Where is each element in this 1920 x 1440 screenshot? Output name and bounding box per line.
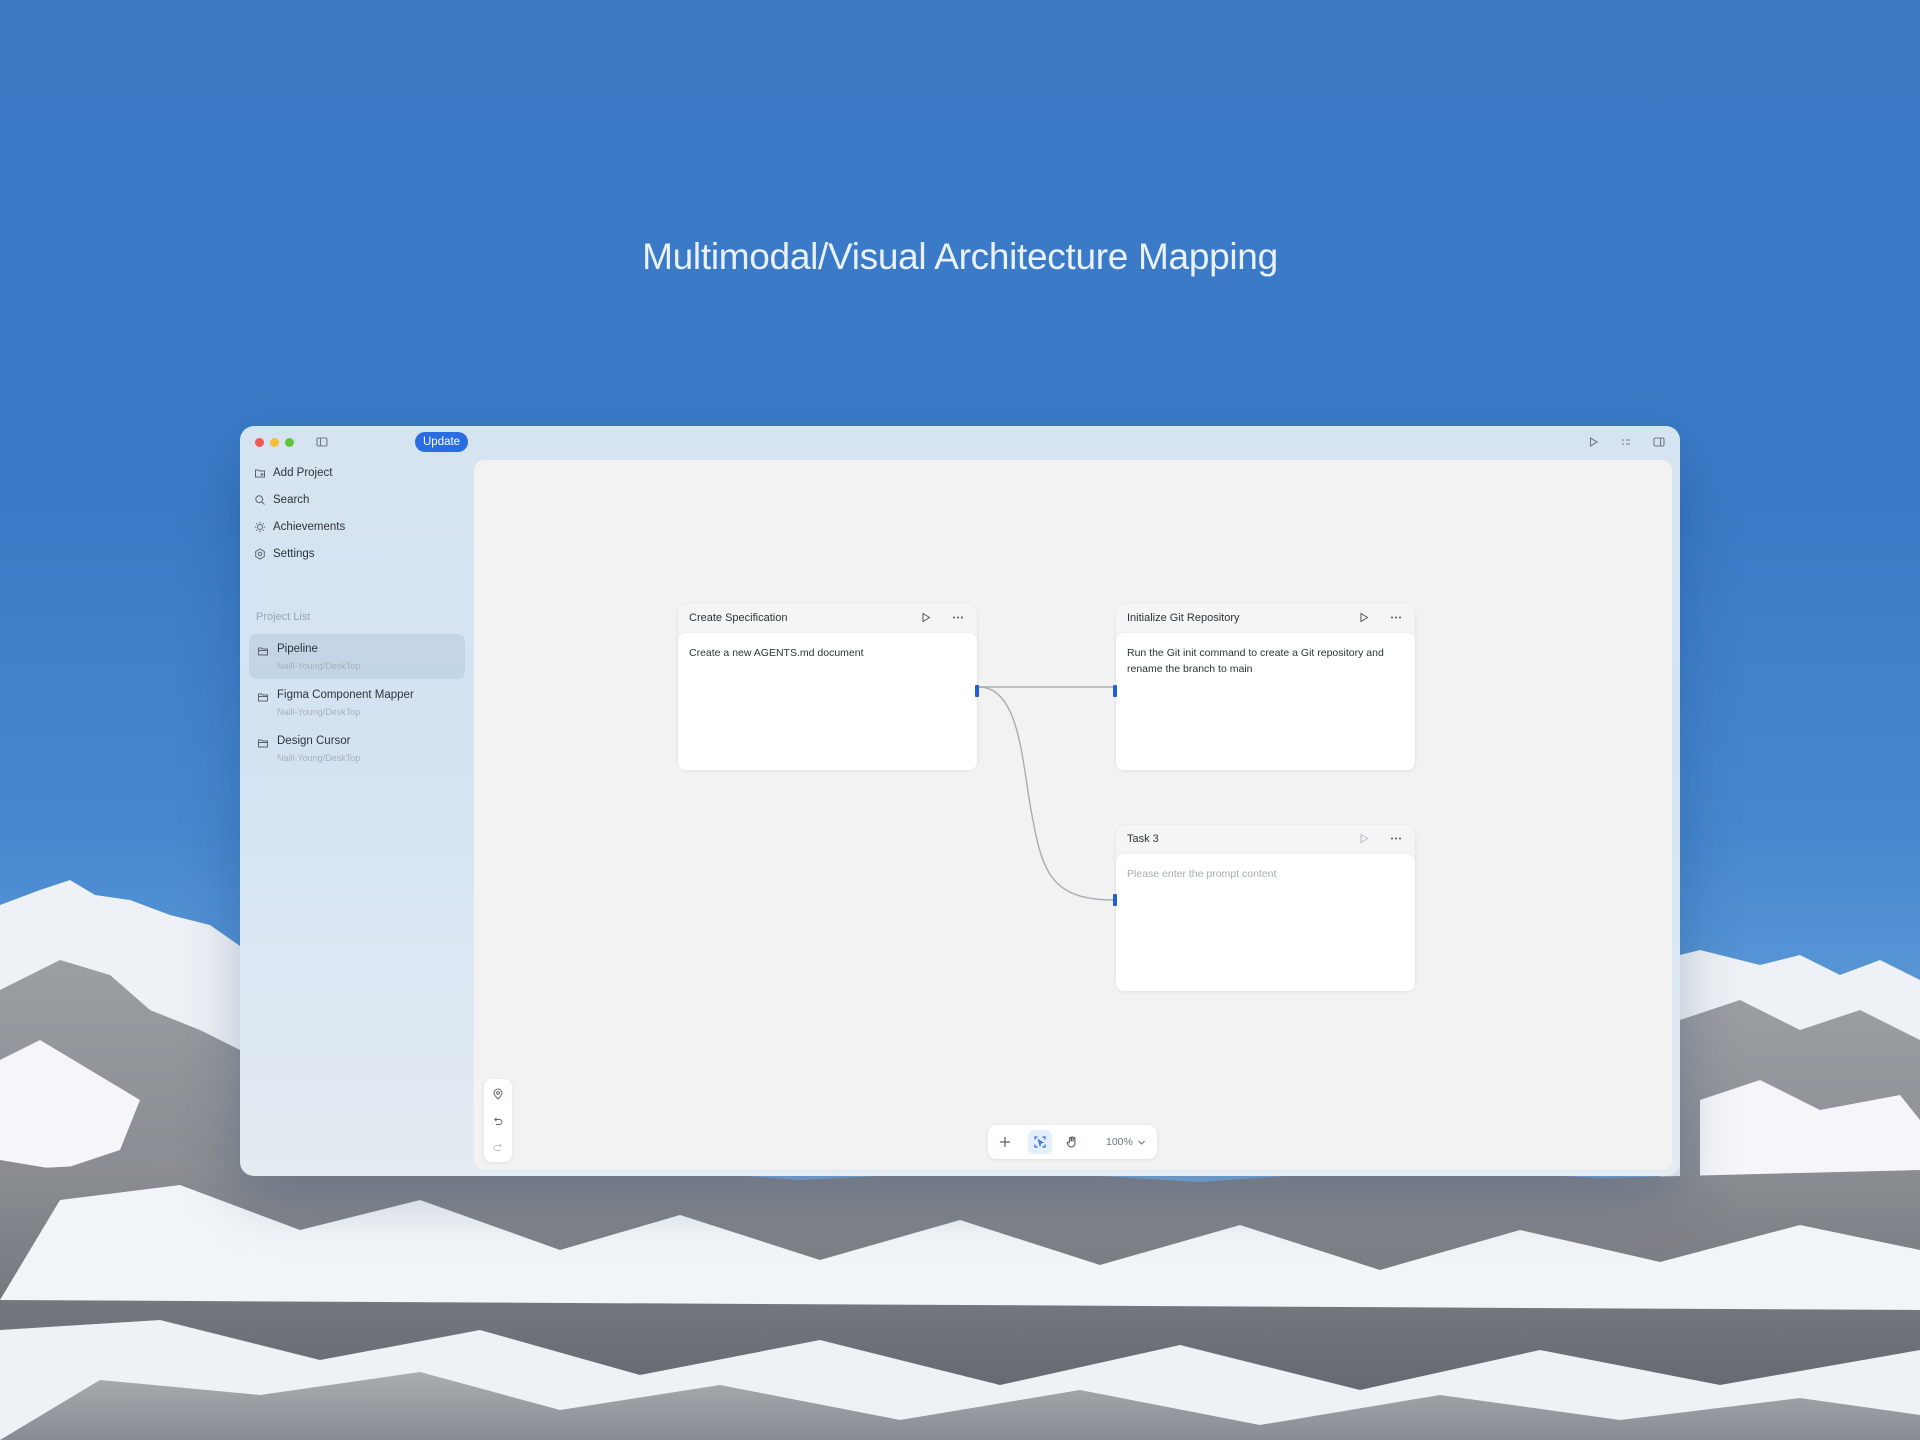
task-node-initialize-git-repository[interactable]: Initialize Git Repository Run the Git in…	[1113, 604, 1415, 770]
sidebar-item-add-project[interactable]: Add Project	[254, 461, 332, 485]
titlebar: Update	[240, 426, 1680, 458]
run-icon[interactable]	[1586, 435, 1600, 449]
node-header: Task 3	[1116, 825, 1415, 853]
project-item-design-cursor[interactable]: Design Cursor Naill-Young/DeskTop	[249, 726, 465, 771]
sidebar-item-label: Achievements	[273, 521, 346, 533]
gear-icon	[254, 548, 266, 560]
sidebar-item-search[interactable]: Search	[254, 488, 309, 512]
app-window: Update Add Project Search Achievements S…	[240, 426, 1680, 1176]
node-prompt-text: Run the Git init command to create a Git…	[1127, 647, 1384, 675]
canvas-side-controls	[484, 1079, 512, 1162]
node-prompt-area[interactable]: Create a new AGENTS.md document	[678, 633, 977, 770]
task-node-create-specification[interactable]: Create Specification Create a new AGENTS…	[678, 604, 979, 770]
connection-layer	[978, 686, 1115, 901]
project-path: Naill-Young/DeskTop	[277, 707, 361, 717]
input-port[interactable]	[1113, 894, 1117, 906]
project-list-heading: Project List	[256, 611, 311, 623]
more-icon[interactable]	[1389, 612, 1403, 623]
node-prompt-text: Create a new AGENTS.md document	[689, 647, 864, 659]
hand-tool-icon[interactable]	[1065, 1135, 1079, 1149]
close-window-button[interactable]	[255, 438, 264, 447]
node-prompt-area[interactable]: Please enter the prompt content	[1116, 854, 1415, 991]
output-port[interactable]	[975, 685, 979, 697]
project-path: Naill-Young/DeskTop	[277, 753, 361, 763]
connection-edge	[978, 686, 1115, 901]
zoom-select[interactable]: 100%	[1106, 1136, 1146, 1148]
project-item-figma-component-mapper[interactable]: Figma Component Mapper Naill-Young/DeskT…	[249, 680, 465, 725]
chevron-down-icon	[1137, 1138, 1146, 1147]
more-icon[interactable]	[951, 612, 965, 623]
canvas-toolbar: 100%	[988, 1125, 1157, 1159]
input-port[interactable]	[1113, 685, 1117, 697]
undo-icon[interactable]	[492, 1115, 504, 1127]
node-header: Create Specification	[678, 604, 977, 632]
sidebar-item-label: Add Project	[273, 467, 333, 479]
search-icon	[254, 494, 266, 506]
redo-icon[interactable]	[492, 1141, 504, 1153]
sidebar-item-settings[interactable]: Settings	[254, 542, 315, 566]
sidebar-toggle-icon[interactable]	[315, 435, 329, 449]
project-name: Design Cursor	[277, 735, 351, 747]
folder-icon	[257, 691, 269, 703]
folder-icon	[257, 645, 269, 657]
update-button[interactable]: Update	[415, 432, 469, 452]
sidebar-item-achievements[interactable]: Achievements	[254, 515, 345, 539]
task-node-task-3[interactable]: Task 3 Please enter the prompt content	[1113, 825, 1415, 991]
node-prompt-area[interactable]: Run the Git init command to create a Git…	[1116, 633, 1415, 770]
sidebar-item-label: Settings	[273, 548, 315, 560]
node-prompt-placeholder: Please enter the prompt content	[1127, 868, 1277, 880]
sun-icon	[254, 521, 266, 533]
workflow-canvas[interactable]: Create Specification Create a new AGENTS…	[474, 460, 1672, 1169]
project-item-pipeline[interactable]: Pipeline Naill-Young/DeskTop	[249, 634, 465, 679]
play-icon[interactable]	[1359, 612, 1369, 623]
panel-icon[interactable]	[1652, 435, 1666, 449]
more-icon[interactable]	[1389, 833, 1403, 844]
sidebar-item-label: Search	[273, 494, 310, 506]
project-name: Pipeline	[277, 643, 318, 655]
play-icon[interactable]	[921, 612, 931, 623]
sidebar: Add Project Search Achievements Settings…	[240, 458, 468, 1176]
node-title: Create Specification	[689, 612, 788, 624]
minimize-window-button[interactable]	[270, 438, 279, 447]
folder-icon	[257, 737, 269, 749]
add-node-icon[interactable]	[998, 1135, 1012, 1149]
zoom-value: 100%	[1106, 1136, 1133, 1148]
folder-plus-icon	[254, 467, 266, 479]
node-title: Initialize Git Repository	[1127, 612, 1240, 624]
hero-title: Multimodal/Visual Architecture Mapping	[642, 236, 1278, 277]
node-title: Task 3	[1127, 833, 1159, 845]
project-path: Naill-Young/DeskTop	[277, 661, 361, 671]
zoom-window-button[interactable]	[285, 438, 294, 447]
project-name: Figma Component Mapper	[277, 689, 414, 701]
play-icon[interactable]	[1359, 833, 1369, 844]
node-header: Initialize Git Repository	[1116, 604, 1415, 632]
select-tool-icon[interactable]	[1028, 1130, 1052, 1154]
locate-icon[interactable]	[492, 1088, 504, 1100]
list-icon[interactable]	[1619, 435, 1633, 449]
